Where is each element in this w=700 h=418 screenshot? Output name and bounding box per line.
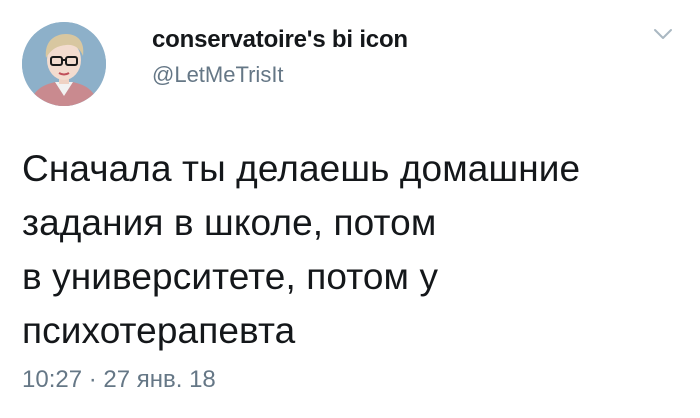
tweet-text-line: психотерапевта	[22, 310, 296, 351]
avatar[interactable]	[22, 22, 106, 106]
chevron-down-icon[interactable]	[652, 26, 674, 42]
author-handle[interactable]: @LetMeTrisIt	[152, 62, 284, 88]
tweet-text: Сначала ты делаешь домашние задания в шк…	[22, 142, 682, 358]
author-display-name[interactable]: conservatoire's bi icon	[152, 26, 408, 54]
avatar-image	[22, 22, 106, 106]
tweet-timestamp[interactable]: 10:27 · 27 янв. 18	[22, 366, 216, 394]
tweet-text-line: в университете, потом у	[22, 256, 439, 297]
tweet-card: conservatoire's bi icon @LetMeTrisIt Сна…	[0, 0, 700, 418]
tweet-text-line: Сначала ты делаешь домашние	[22, 148, 581, 189]
tweet-text-line: задания в школе, потом	[22, 202, 437, 243]
